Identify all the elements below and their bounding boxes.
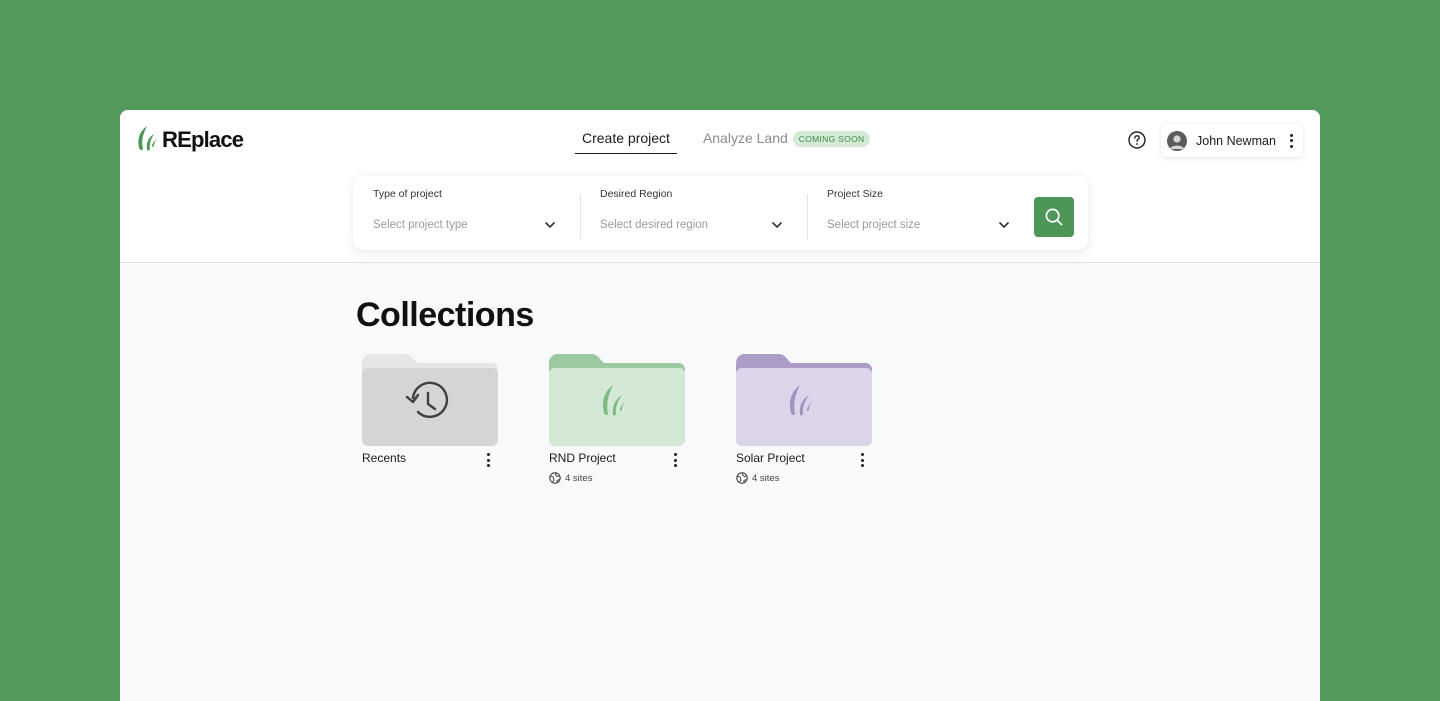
project-search-bar: Type of project Select project type Desi… xyxy=(353,176,1088,250)
collection-name: Recents xyxy=(362,451,407,465)
logo-text: REplace xyxy=(162,127,244,152)
tab-label: Analyze Land xyxy=(702,130,788,146)
field-label: Desired Region xyxy=(600,188,673,200)
divider xyxy=(807,194,808,239)
header: REplace Create project Analyze Land COMI… xyxy=(120,110,1320,263)
collection-card-solar-project[interactable]: Solar Project 4 sites xyxy=(736,354,872,484)
app-window: REplace Create project Analyze Land COMI… xyxy=(120,110,1320,701)
field-placeholder: Select project size xyxy=(827,219,921,231)
user-avatar-icon xyxy=(1170,134,1184,149)
logo[interactable]: REplace xyxy=(137,124,244,156)
field-label: Type of project xyxy=(373,188,442,200)
more-vertical-icon[interactable] xyxy=(856,452,868,468)
folder-icon xyxy=(549,354,685,446)
more-vertical-icon[interactable] xyxy=(482,452,494,468)
help-icon[interactable] xyxy=(1128,131,1146,149)
top-nav: Create project Analyze Land COMING SOON xyxy=(575,128,871,154)
folder-icon xyxy=(736,354,872,446)
divider xyxy=(580,194,581,239)
field-label: Project Size xyxy=(827,188,884,200)
site-count: 4 sites xyxy=(736,472,779,484)
chevron-down-icon xyxy=(998,221,1010,229)
folder-icon xyxy=(362,354,498,446)
user-menu[interactable]: John Newman xyxy=(1161,124,1303,157)
collection-card-rnd-project[interactable]: RND Project 4 sites xyxy=(549,354,685,484)
page-title: Collections xyxy=(356,296,534,334)
more-vertical-icon[interactable] xyxy=(1285,133,1297,149)
project-size-select[interactable]: Project Size Select project size xyxy=(827,176,1022,250)
field-placeholder: Select desired region xyxy=(600,219,709,231)
search-icon xyxy=(1045,208,1063,226)
project-type-select[interactable]: Type of project Select project type xyxy=(373,176,568,250)
avatar xyxy=(1167,130,1187,151)
tab-create-project[interactable]: Create project xyxy=(575,128,677,154)
site-count-label: 4 sites xyxy=(752,472,780,484)
chevron-down-icon xyxy=(771,221,783,229)
collection-card-recents[interactable]: Recents xyxy=(362,354,498,467)
tab-label: Create project xyxy=(582,130,670,146)
more-vertical-icon[interactable] xyxy=(669,452,681,468)
search-button[interactable] xyxy=(1034,197,1074,237)
globe-icon xyxy=(736,472,748,484)
globe-icon xyxy=(549,472,561,484)
user-name: John Newman xyxy=(1196,133,1276,148)
collection-name: Solar Project xyxy=(736,451,805,465)
desired-region-select[interactable]: Desired Region Select desired region xyxy=(600,176,795,250)
tab-analyze-land[interactable]: Analyze Land COMING SOON xyxy=(702,128,871,154)
site-count-label: 4 sites xyxy=(565,472,593,484)
site-count: 4 sites xyxy=(549,472,592,484)
field-placeholder: Select project type xyxy=(373,219,468,231)
collection-name: RND Project xyxy=(549,451,616,465)
coming-soon-badge: COMING SOON xyxy=(792,131,871,147)
chevron-down-icon xyxy=(544,221,556,229)
leaf-logo-icon xyxy=(138,126,157,151)
